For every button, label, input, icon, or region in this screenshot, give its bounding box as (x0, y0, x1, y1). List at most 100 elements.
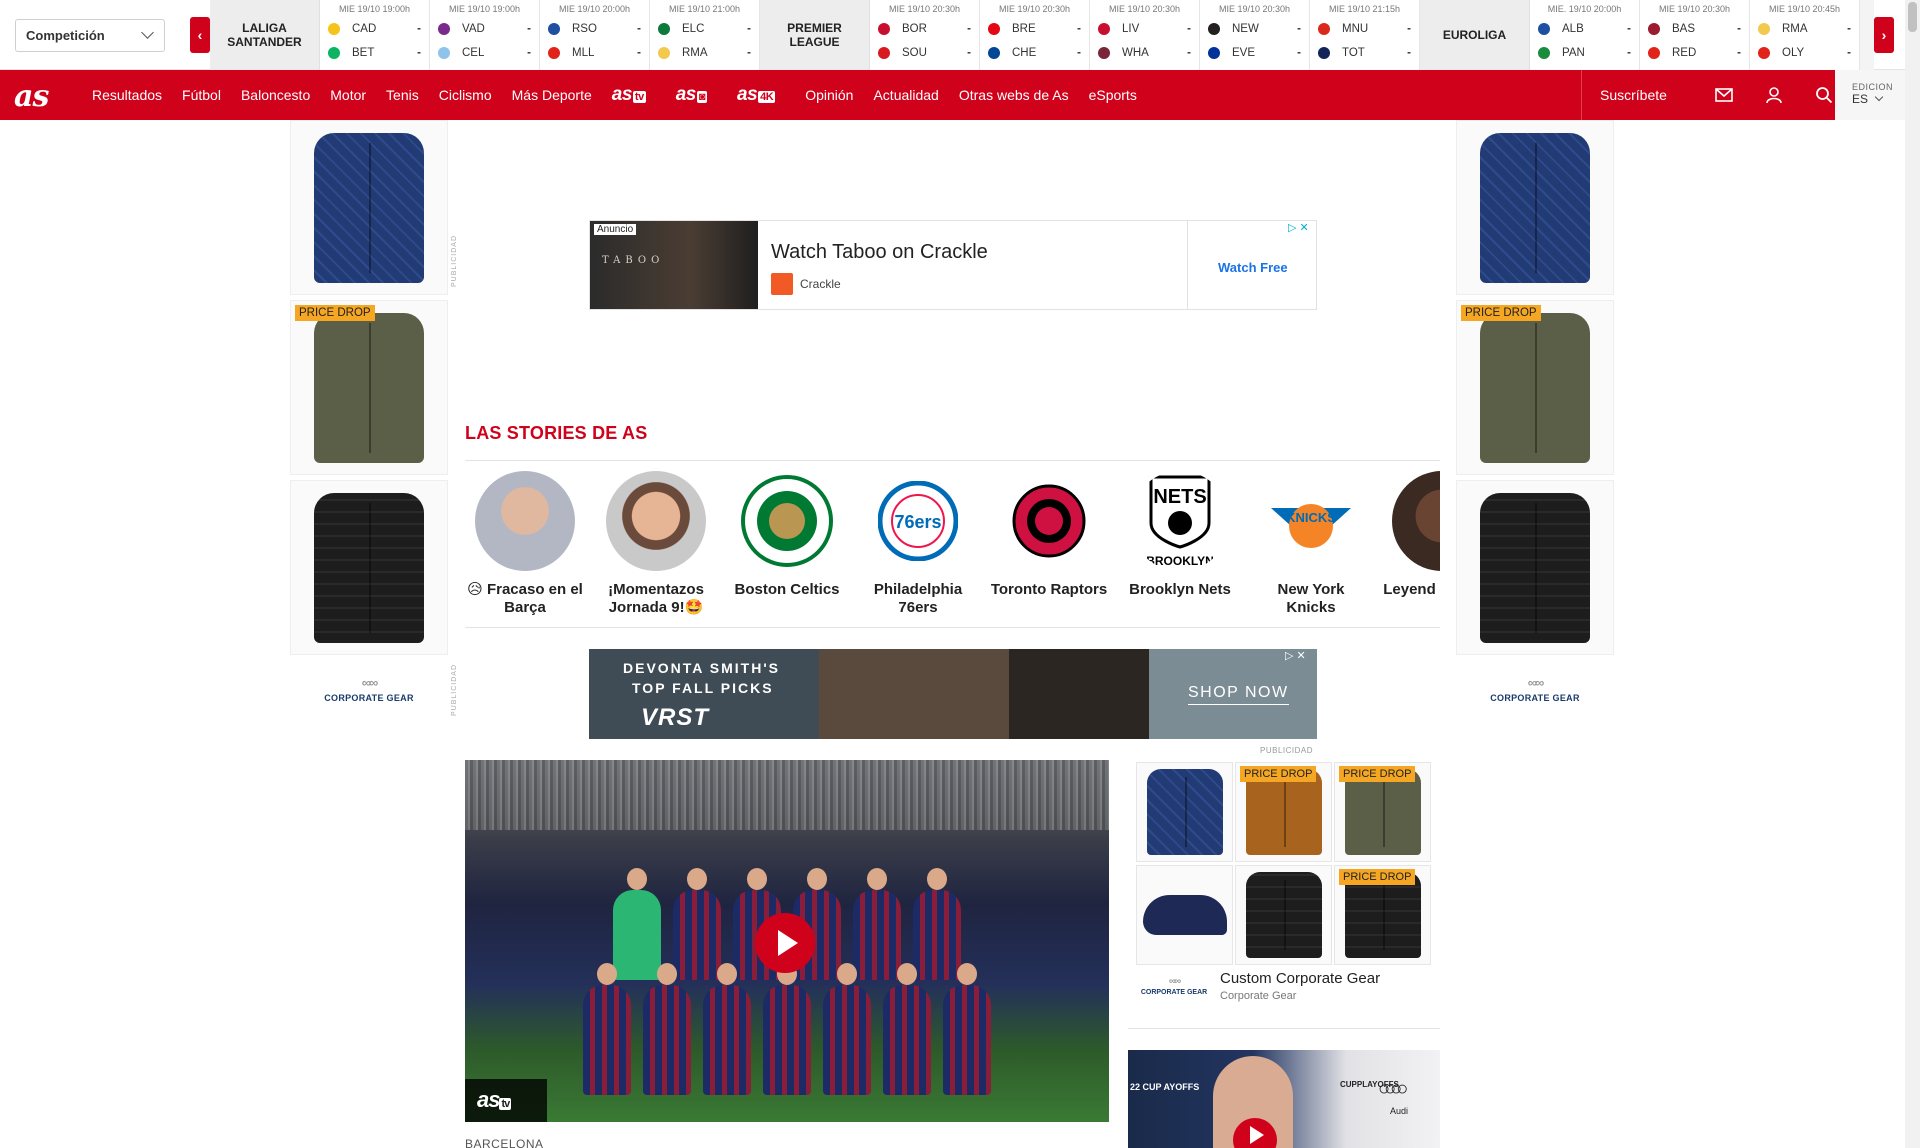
subscribe-link[interactable]: Suscríbete (1600, 87, 1667, 103)
video-kicker[interactable]: BARCELONA (465, 1137, 544, 1148)
ad-tile[interactable] (290, 480, 448, 655)
story-item[interactable]: Leyend mate a L (1382, 471, 1440, 599)
nav-brand-asfoto[interactable]: as ◙ (676, 84, 707, 106)
nav-item-mas-deporte[interactable]: Más Deporte (512, 87, 592, 103)
story-item[interactable]: 76ers Philadelphia 76ers (858, 471, 978, 617)
match-card[interactable]: MIE 19/10 20:30h BRE - CHE - (980, 0, 1090, 70)
match-card[interactable]: MIE 19/10 19:00h CAD - BET - (320, 0, 430, 70)
team-score: - (967, 47, 971, 59)
league-label-laliga[interactable]: LALIGA SANTANDER (210, 0, 320, 70)
ad-tile[interactable] (1456, 480, 1614, 655)
ad-product[interactable]: PRICE DROP (1334, 865, 1431, 965)
price-drop-badge: PRICE DROP (1339, 766, 1416, 782)
banner-title[interactable]: Watch Taboo on Crackle (771, 241, 988, 264)
ad-tile[interactable] (290, 120, 448, 295)
team-crest-icon (878, 23, 890, 35)
team-name: EVE (1232, 47, 1256, 59)
match-card[interactable]: MIE. 19/10 20:00h ALB - PAN - (1530, 0, 1640, 70)
team-score: - (527, 47, 531, 59)
story-item[interactable]: 😥 Fracaso en el Barça (465, 471, 585, 617)
match-date: MIE 19/10 20:00h (558, 4, 631, 14)
ad-product[interactable] (1136, 865, 1233, 965)
side-video[interactable]: 22 CUP AYOFFS CUPPLAYOFFS ○○○○ Audi (1128, 1050, 1440, 1148)
league-label-euroliga[interactable]: EUROLIGA (1420, 0, 1530, 70)
nav-item-futbol[interactable]: Fútbol (182, 87, 221, 103)
match-card[interactable]: MIE 19/10 20:30h BOR - SOU - (870, 0, 980, 70)
match-date: MIE 19/10 19:00h (448, 4, 521, 14)
story-label: Brooklyn Nets (1129, 581, 1231, 598)
nav-item-baloncesto[interactable]: Baloncesto (241, 87, 310, 103)
match-card[interactable]: MIE 19/10 20:30h LIV - WHA - (1090, 0, 1200, 70)
nav-item-resultados[interactable]: Resultados (92, 87, 162, 103)
match-home-row: BOR - (878, 21, 971, 37)
grid-ad-footer[interactable]: ∞∞ CORPORATE GEAR Custom Corporate Gear C… (1134, 968, 1434, 1010)
as-logo[interactable]: as (14, 79, 49, 114)
scrollbar-thumb[interactable] (1908, 2, 1917, 32)
shop-now-button[interactable]: SHOP NOW (1188, 684, 1289, 705)
story-item[interactable]: KNICKS New York Knicks (1251, 471, 1371, 617)
competition-select[interactable]: Competición (15, 19, 165, 52)
search-icon[interactable] (1815, 86, 1833, 104)
user-icon[interactable] (1765, 86, 1783, 104)
main-video[interactable]: as tv (465, 760, 1109, 1122)
story-item[interactable]: NETS BROOKLYN Brooklyn Nets (1120, 471, 1240, 599)
match-date: MIE 19/10 20:30h (1218, 4, 1291, 14)
adchoices-icon[interactable]: ▷ ✕ (1288, 221, 1309, 234)
match-card[interactable]: MIE 19/10 21:00h ELC - RMA - (650, 0, 760, 70)
match-away-row: MLL - (548, 45, 641, 61)
edition-selector[interactable]: EDICION ES (1835, 70, 1905, 120)
ad-tile[interactable]: PRICE DROP (290, 300, 448, 475)
team-name: RMA (1782, 23, 1808, 35)
grid-ad-title[interactable]: Custom Corporate Gear (1220, 970, 1380, 987)
ad-product[interactable]: PRICE DROP (1235, 762, 1332, 862)
match-card[interactable]: MIE 19/10 19:00h VAD - CEL - (430, 0, 540, 70)
scores-prev-button[interactable]: ‹ (190, 17, 210, 53)
nav-brand-astv[interactable]: as tv (612, 84, 646, 106)
match-card[interactable]: MIE 19/10 20:30h BAS - RED - (1640, 0, 1750, 70)
match-home-row: LIV - (1098, 21, 1191, 37)
left-side-ad[interactable]: ▷ ✕ PRICE DROP ∞∞CORPORATE GEAR (290, 120, 448, 720)
jacket-image (314, 492, 424, 643)
ad-product[interactable] (1136, 762, 1233, 862)
right-side-ad[interactable]: ▷ ✕ PRICE DROP ∞∞CORPORATE GEAR (1456, 120, 1614, 720)
story-item[interactable]: Toronto Raptors (989, 471, 1109, 599)
nav-brand-as4k[interactable]: as 4K (737, 84, 776, 106)
page-scrollbar[interactable] (1905, 0, 1920, 1148)
nav-item-actualidad[interactable]: Actualidad (873, 87, 938, 103)
league-label-premier[interactable]: PREMIER LEAGUE (760, 0, 870, 70)
nav-item-otras-webs[interactable]: Otras webs de As (959, 87, 1069, 103)
team-score: - (1077, 23, 1081, 35)
match-card[interactable]: MIE 19/10 20:30h NEW - EVE - (1200, 0, 1310, 70)
scores-next-button[interactable]: › (1874, 17, 1894, 53)
nav-item-ciclismo[interactable]: Ciclismo (439, 87, 492, 103)
nav-item-tenis[interactable]: Tenis (386, 87, 419, 103)
team-name: BRE (1012, 23, 1036, 35)
players-front-row (465, 963, 1109, 1095)
team-score: - (637, 47, 641, 59)
match-card[interactable]: MIE 19/10 21:15h MNU - TOT - (1310, 0, 1420, 70)
match-card[interactable]: MIE 19/10 20:45h RMA - OLY - (1750, 0, 1860, 70)
ad-product[interactable]: PRICE DROP (1334, 762, 1431, 862)
ad-tile[interactable] (1456, 120, 1614, 295)
nav-item-motor[interactable]: Motor (330, 87, 366, 103)
story-item[interactable]: ¡Momentazos Jornada 9!🤩 (596, 471, 716, 617)
play-button[interactable] (755, 913, 815, 973)
match-card[interactable]: MIE 19/10 20:00h RSO - MLL - (540, 0, 650, 70)
ad-tile[interactable]: PRICE DROP (1456, 300, 1614, 475)
ad-product[interactable] (1235, 865, 1332, 965)
vrst-banner-ad[interactable]: DEVONTA SMITH'S TOP FALL PICKS VRST SHOP… (589, 649, 1317, 739)
corporate-gear-grid-ad[interactable]: ▷ ✕ PRICE DROP PRICE DROP PRICE DROP ∞∞C… (1134, 760, 1434, 1010)
story-thumbnail (475, 471, 575, 571)
team-name: RMA (682, 47, 708, 59)
team-score: - (1077, 47, 1081, 59)
team-score: - (1187, 23, 1191, 35)
story-item[interactable]: Boston Celtics (727, 471, 847, 599)
watch-free-button[interactable]: Watch Free (1218, 260, 1288, 275)
mail-icon[interactable] (1715, 86, 1733, 104)
nav-item-opinion[interactable]: Opinión (805, 87, 853, 103)
adchoices-icon[interactable]: ▷ ✕ (1285, 649, 1306, 662)
team-name: RED (1672, 47, 1697, 59)
nav-item-esports[interactable]: eSports (1089, 87, 1137, 103)
crackle-banner-ad[interactable]: Anuncio TABOO Watch Taboo on Crackle Cra… (589, 220, 1317, 310)
match-date: MIE. 19/10 20:00h (1547, 4, 1622, 14)
